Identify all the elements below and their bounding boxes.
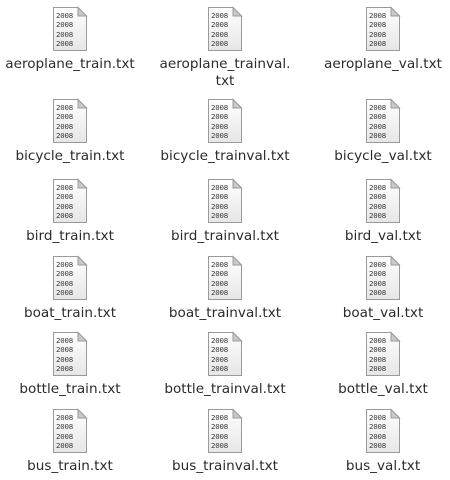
file-name-line: boat_train.txt — [23, 305, 117, 321]
file-name-line: bus_train.txt — [27, 458, 113, 474]
file-preview-text: 2008 2008 2008 2008 — [369, 413, 386, 451]
file-preview-text: 2008 2008 2008 2008 — [56, 183, 73, 221]
file-name-label: bicycle_val.txt — [308, 148, 450, 165]
file-name-label: bottle_train.txt — [0, 381, 145, 398]
text-file-icon: 2008 2008 2008 2008 — [52, 331, 88, 377]
file-item[interactable]: 2008 2008 2008 2008 bottle_val.txt — [308, 331, 450, 398]
file-preview-text: 2008 2008 2008 2008 — [56, 103, 73, 141]
file-name-line: bird_train.txt — [26, 228, 114, 244]
file-name-label: boat_val.txt — [308, 305, 450, 322]
file-name-line: bicycle_train.txt — [15, 148, 125, 164]
file-preview-text: 2008 2008 2008 2008 — [56, 336, 73, 374]
file-preview-text: 2008 2008 2008 2008 — [369, 183, 386, 221]
file-preview-text: 2008 2008 2008 2008 — [369, 260, 386, 298]
file-name-line: aeroplane_val.txt — [324, 56, 442, 72]
file-preview-text: 2008 2008 2008 2008 — [369, 336, 386, 374]
file-preview-text: 2008 2008 2008 2008 — [211, 413, 228, 451]
file-preview-text: 2008 2008 2008 2008 — [369, 11, 386, 49]
text-file-icon: 2008 2008 2008 2008 — [52, 178, 88, 224]
text-file-icon: 2008 2008 2008 2008 — [365, 178, 401, 224]
file-preview-text: 2008 2008 2008 2008 — [56, 260, 73, 298]
file-item[interactable]: 2008 2008 2008 2008 aeroplane_train.txt — [0, 6, 145, 73]
file-name-label: bird_val.txt — [308, 228, 450, 245]
file-name-line: bird_trainval.txt — [171, 228, 279, 244]
text-file-icon: 2008 2008 2008 2008 — [365, 408, 401, 454]
file-name-line: aeroplane_train.txt — [5, 56, 135, 72]
file-name-label: bottle_trainval.txt — [150, 381, 300, 398]
text-file-icon: 2008 2008 2008 2008 — [52, 98, 88, 144]
file-name-label: bicycle_trainval.txt — [150, 148, 300, 165]
text-file-icon: 2008 2008 2008 2008 — [52, 408, 88, 454]
file-preview-text: 2008 2008 2008 2008 — [211, 11, 228, 49]
file-item[interactable]: 2008 2008 2008 2008 bird_val.txt — [308, 178, 450, 245]
file-name-label: bicycle_train.txt — [0, 148, 145, 165]
file-name-label: bird_train.txt — [0, 228, 145, 245]
file-item[interactable]: 2008 2008 2008 2008 boat_train.txt — [0, 255, 145, 322]
file-name-line: bird_val.txt — [344, 228, 422, 244]
file-preview-text: 2008 2008 2008 2008 — [211, 103, 228, 141]
file-name-line: bicycle_trainval.txt — [160, 148, 290, 164]
file-name-label: bus_val.txt — [308, 458, 450, 475]
file-name-label: aeroplane_train.txt — [0, 56, 145, 73]
text-file-icon: 2008 2008 2008 2008 — [365, 331, 401, 377]
file-name-line: boat_trainval.txt — [168, 305, 282, 321]
file-name-line: bus_trainval.txt — [172, 458, 278, 474]
file-name-label: bottle_val.txt — [308, 381, 450, 398]
text-file-icon: 2008 2008 2008 2008 — [207, 98, 243, 144]
file-name-label: boat_trainval.txt — [150, 305, 300, 322]
text-file-icon: 2008 2008 2008 2008 — [365, 98, 401, 144]
file-preview-text: 2008 2008 2008 2008 — [369, 103, 386, 141]
file-name-line: boat_val.txt — [342, 305, 424, 321]
text-file-icon: 2008 2008 2008 2008 — [365, 255, 401, 301]
file-name-label: bus_trainval.txt — [150, 458, 300, 475]
file-grid: 2008 2008 2008 2008 aeroplane_train.txt 20… — [0, 0, 450, 480]
file-name-line: bottle_trainval.txt — [164, 381, 286, 397]
file-name-line: bus_val.txt — [345, 458, 421, 474]
file-item[interactable]: 2008 2008 2008 2008 bird_train.txt — [0, 178, 145, 245]
text-file-icon: 2008 2008 2008 2008 — [207, 408, 243, 454]
text-file-icon: 2008 2008 2008 2008 — [207, 178, 243, 224]
file-item[interactable]: 2008 2008 2008 2008 bicycle_train.txt — [0, 98, 145, 165]
file-name-label: bird_trainval.txt — [150, 228, 300, 245]
file-name-label: bus_train.txt — [0, 458, 145, 475]
file-item[interactable]: 2008 2008 2008 2008 bicycle_trainval.txt — [150, 98, 300, 165]
file-item[interactable]: 2008 2008 2008 2008 aeroplane_val.txt — [308, 6, 450, 73]
text-file-icon: 2008 2008 2008 2008 — [52, 6, 88, 52]
file-preview-text: 2008 2008 2008 2008 — [211, 183, 228, 221]
file-item[interactable]: 2008 2008 2008 2008 bicycle_val.txt — [308, 98, 450, 165]
file-name-line: bottle_train.txt — [19, 381, 121, 397]
file-name-line: bottle_val.txt — [338, 381, 428, 397]
file-preview-text: 2008 2008 2008 2008 — [211, 260, 228, 298]
text-file-icon: 2008 2008 2008 2008 — [365, 6, 401, 52]
file-preview-text: 2008 2008 2008 2008 — [211, 336, 228, 374]
file-name-line: aeroplane_trainval. — [159, 56, 291, 72]
file-item[interactable]: 2008 2008 2008 2008 bottle_trainval.txt — [150, 331, 300, 398]
file-item[interactable]: 2008 2008 2008 2008 bus_trainval.txt — [150, 408, 300, 475]
file-name-label: boat_train.txt — [0, 305, 145, 322]
file-item[interactable]: 2008 2008 2008 2008 bus_val.txt — [308, 408, 450, 475]
text-file-icon: 2008 2008 2008 2008 — [52, 255, 88, 301]
file-name-label: aeroplane_trainval. txt — [150, 56, 300, 90]
text-file-icon: 2008 2008 2008 2008 — [207, 331, 243, 377]
file-item[interactable]: 2008 2008 2008 2008 aeroplane_trainval. tx… — [150, 6, 300, 90]
file-item[interactable]: 2008 2008 2008 2008 boat_trainval.txt — [150, 255, 300, 322]
file-item[interactable]: 2008 2008 2008 2008 bottle_train.txt — [0, 331, 145, 398]
file-item[interactable]: 2008 2008 2008 2008 boat_val.txt — [308, 255, 450, 322]
file-name-line: bicycle_val.txt — [334, 148, 432, 164]
text-file-icon: 2008 2008 2008 2008 — [207, 6, 243, 52]
text-file-icon: 2008 2008 2008 2008 — [207, 255, 243, 301]
file-preview-text: 2008 2008 2008 2008 — [56, 413, 73, 451]
file-name-label: aeroplane_val.txt — [308, 56, 450, 73]
file-preview-text: 2008 2008 2008 2008 — [56, 11, 73, 49]
file-name-line: txt — [215, 73, 235, 89]
file-item[interactable]: 2008 2008 2008 2008 bird_trainval.txt — [150, 178, 300, 245]
file-item[interactable]: 2008 2008 2008 2008 bus_train.txt — [0, 408, 145, 475]
